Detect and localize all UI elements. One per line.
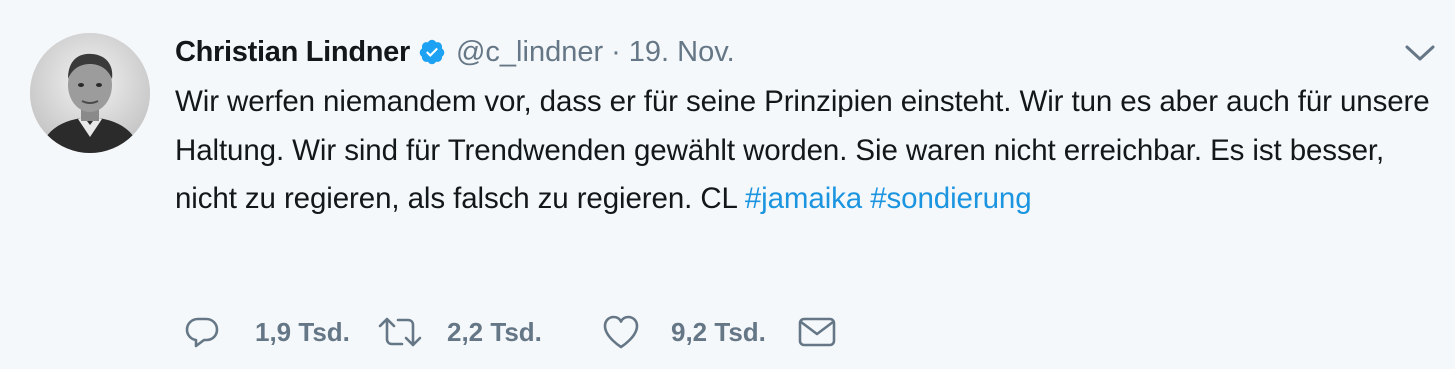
hashtag-jamaika[interactable]: #jamaika (745, 182, 862, 215)
reply-button[interactable]: 1,9 Tsd. (183, 313, 373, 351)
tweet-date[interactable]: 19. Nov. (629, 36, 735, 69)
direct-message-button[interactable] (797, 315, 837, 349)
tweet-text: Wir werfen niemandem vor, dass er für se… (175, 78, 1445, 224)
verified-badge-icon (418, 38, 446, 66)
hashtag-sondierung[interactable]: #sondierung (870, 182, 1031, 215)
retweet-count: 2,2 Tsd. (447, 316, 542, 347)
like-button[interactable]: 9,2 Tsd. (601, 313, 797, 351)
avatar[interactable] (30, 33, 150, 153)
envelope-icon (797, 315, 837, 349)
author-name[interactable]: Christian Lindner (175, 36, 410, 69)
heart-icon (601, 313, 641, 351)
retweet-button[interactable]: 2,2 Tsd. (377, 313, 593, 351)
reply-count: 1,9 Tsd. (255, 316, 350, 347)
separator-dot: · (611, 35, 621, 68)
reply-icon (183, 313, 221, 351)
chevron-down-icon[interactable] (1402, 38, 1438, 68)
author-handle[interactable]: @c_lindner (456, 36, 603, 69)
like-count: 9,2 Tsd. (671, 316, 766, 347)
tweet: Christian Lindner @c_lindner · 19. Nov. … (0, 0, 1455, 369)
tweet-actions: 1,9 Tsd. 2,2 Tsd. 9,2 Tsd. (183, 310, 837, 354)
tweet-header: Christian Lindner @c_lindner · 19. Nov. (175, 30, 735, 74)
retweet-icon (377, 313, 423, 351)
